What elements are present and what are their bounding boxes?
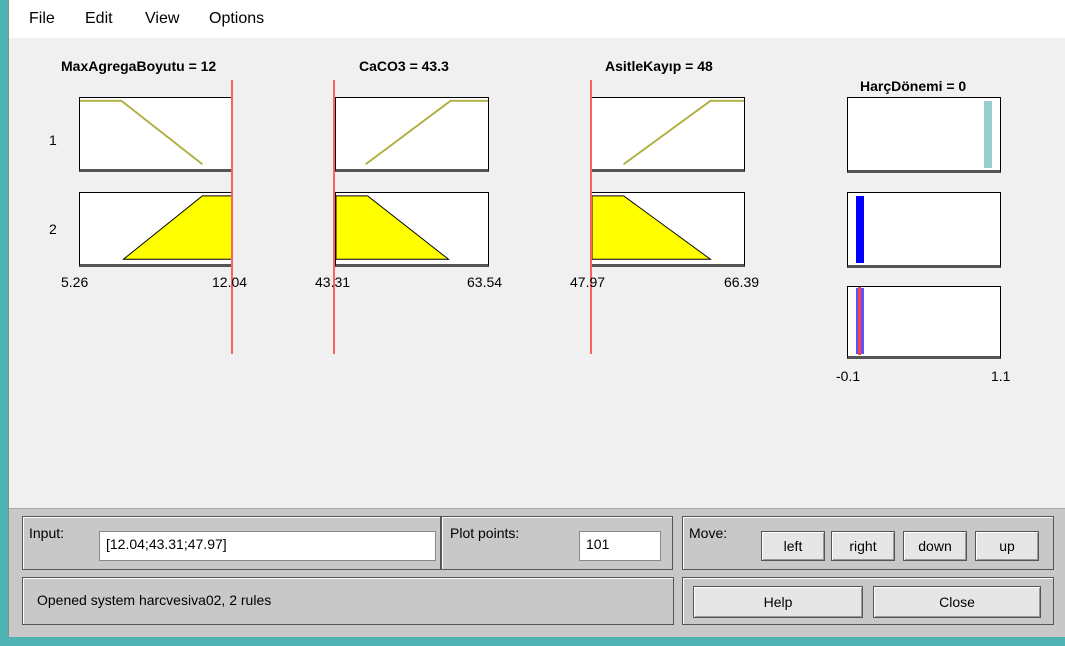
output-range-min: -0.1 <box>836 368 861 384</box>
input3-range-max: 66.39 <box>724 274 760 290</box>
move-right-button[interactable]: right <box>831 531 895 561</box>
menu-file[interactable]: File <box>29 10 55 28</box>
input2-range-min: 43.31 <box>315 274 351 290</box>
mf-shape-input1-rule2 <box>122 195 232 260</box>
output-plot-aggregate[interactable] <box>847 286 1001 359</box>
plot-points-label: Plot points: <box>450 525 520 541</box>
mf-shape-input1-rule1 <box>80 99 204 165</box>
control-panel: Input: [12.04;43.31;47.97] Plot points: … <box>9 508 1065 637</box>
plot-points-field[interactable]: 101 <box>579 531 661 561</box>
input1-range-min: 5.26 <box>61 274 89 290</box>
output-bar-rule2 <box>856 196 864 263</box>
help-button[interactable]: Help <box>693 586 863 618</box>
input1-value-line[interactable] <box>231 80 233 354</box>
rule-plot-area: MaxAgregaBoyutu = 12 CaCO3 = 43.3 Asitle… <box>9 38 1065 508</box>
plot-points-frame: Plot points: 101 <box>441 516 673 570</box>
output-plot-rule2[interactable] <box>847 192 1001 268</box>
output-plot-rule1[interactable] <box>847 97 1001 173</box>
status-text: Opened system harcvesiva02, 2 rules <box>37 592 272 608</box>
input-title-maxagregaboyutu: MaxAgregaBoyutu = 12 <box>61 58 217 74</box>
move-frame: Move: left right down up <box>682 516 1054 570</box>
output-title-harcdonemi: HarçDönemi = 0 <box>860 78 967 94</box>
input2-range-max: 63.54 <box>467 274 503 290</box>
output-defuzz-line <box>858 287 861 355</box>
input-title-caco3: CaCO3 = 43.3 <box>359 58 449 74</box>
menu-bar: File Edit View Options <box>9 0 1065 39</box>
mf-plot-input2-rule2[interactable] <box>335 192 489 267</box>
input-label: Input: <box>29 525 65 541</box>
move-left-button[interactable]: left <box>761 531 825 561</box>
rule-viewer-window: File Edit View Options MaxAgregaBoyutu =… <box>8 0 1065 637</box>
output-bar-rule1 <box>984 101 992 168</box>
input1-range-max: 12.04 <box>212 274 248 290</box>
input-title-asitlekayip: AsitleKayıp = 48 <box>605 58 713 74</box>
input-frame: Input: [12.04;43.31;47.97] <box>22 516 441 570</box>
mf-plot-input3-rule1[interactable] <box>591 97 745 172</box>
action-frame: Help Close <box>682 577 1054 625</box>
status-frame: Opened system harcvesiva02, 2 rules <box>22 577 674 625</box>
menu-options[interactable]: Options <box>209 10 264 28</box>
rule-label-2: 2 <box>49 221 57 237</box>
input-vector-field[interactable]: [12.04;43.31;47.97] <box>99 531 436 561</box>
menu-view[interactable]: View <box>145 10 179 28</box>
move-up-button[interactable]: up <box>975 531 1039 561</box>
mf-shape-input2-rule1 <box>365 99 488 166</box>
mf-shape-input3-rule1 <box>622 99 744 166</box>
input3-value-line[interactable] <box>590 80 592 354</box>
move-down-button[interactable]: down <box>903 531 967 561</box>
mf-shape-input3-rule2 <box>592 195 712 260</box>
menu-edit[interactable]: Edit <box>85 10 113 28</box>
mf-plot-input2-rule1[interactable] <box>335 97 489 172</box>
close-button[interactable]: Close <box>873 586 1041 618</box>
mf-plot-input1-rule2[interactable] <box>79 192 233 267</box>
input3-range-min: 47.97 <box>570 274 606 290</box>
rule-label-1: 1 <box>49 132 57 148</box>
input2-value-line[interactable] <box>333 80 335 354</box>
move-label: Move: <box>689 525 728 541</box>
mf-plot-input1-rule1[interactable] <box>79 97 233 172</box>
mf-plot-input3-rule2[interactable] <box>591 192 745 267</box>
output-range-max: 1.1 <box>991 368 1011 384</box>
mf-shape-input2-rule2 <box>336 195 450 260</box>
